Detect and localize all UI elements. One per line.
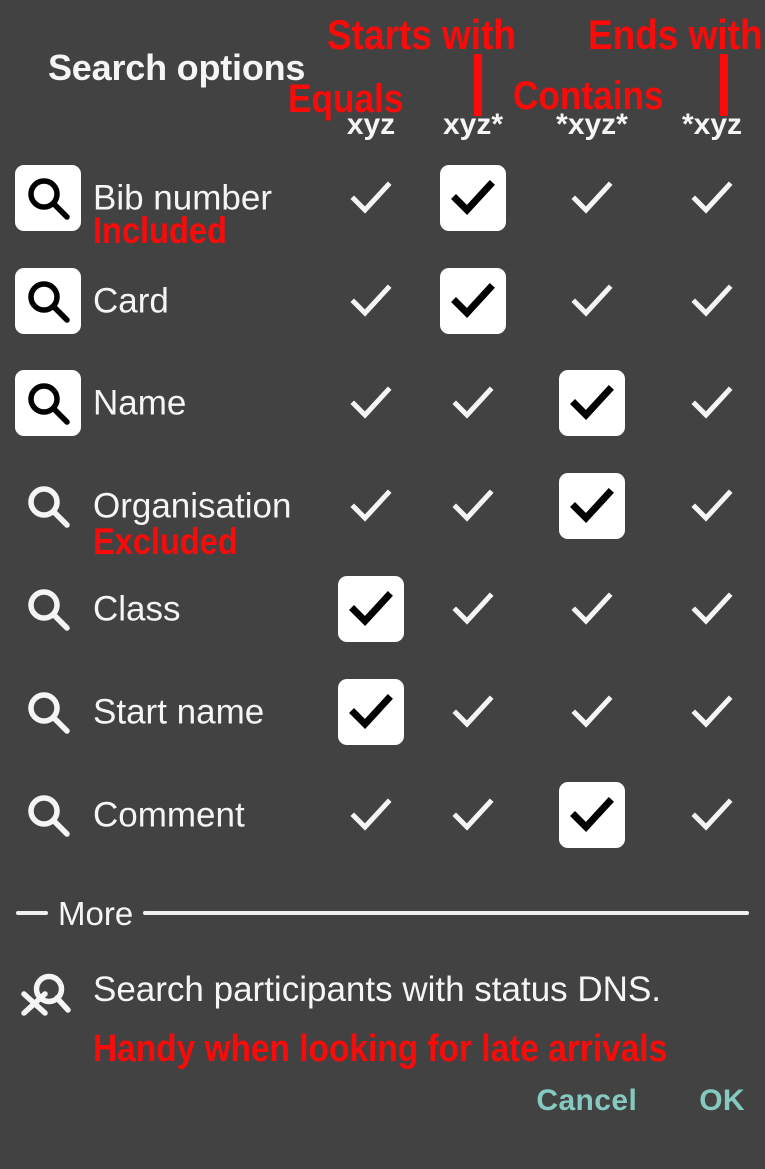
- checkbox-contains[interactable]: [559, 576, 625, 642]
- annotation-included: Included: [93, 210, 227, 251]
- checkbox-starts-with[interactable]: [440, 576, 506, 642]
- search-icon[interactable]: [15, 473, 81, 539]
- search-off-icon: [12, 964, 78, 1030]
- checkbox-starts-with[interactable]: [440, 782, 506, 848]
- option-row-label: Start name: [93, 692, 265, 732]
- dns-search-label: Search participants with status DNS.: [93, 970, 662, 1009]
- checkbox-ends-with[interactable]: [679, 473, 745, 539]
- divider-dash-left: [16, 911, 48, 915]
- checkbox-contains[interactable]: [559, 473, 625, 539]
- search-icon[interactable]: [15, 679, 81, 745]
- search-icon[interactable]: [15, 576, 81, 642]
- annotation-ends-with: Ends with: [588, 11, 763, 58]
- checkbox-contains[interactable]: [559, 370, 625, 436]
- cancel-button[interactable]: Cancel: [536, 1084, 637, 1118]
- checkbox-equals[interactable]: [338, 370, 404, 436]
- checkbox-equals[interactable]: [338, 782, 404, 848]
- annotation-handy: Handy when looking for late arrivals: [93, 1028, 668, 1070]
- checkbox-ends-with[interactable]: [679, 268, 745, 334]
- checkbox-equals[interactable]: [338, 576, 404, 642]
- option-row-label: Class: [93, 589, 181, 629]
- annotation-starts-with: Starts with: [327, 11, 516, 58]
- checkbox-contains[interactable]: [559, 782, 625, 848]
- more-section-divider[interactable]: More: [0, 893, 765, 933]
- search-icon[interactable]: [15, 268, 81, 334]
- more-label: More: [58, 894, 134, 932]
- checkbox-ends-with[interactable]: [679, 165, 745, 231]
- checkbox-ends-with[interactable]: [679, 370, 745, 436]
- checkbox-contains[interactable]: [559, 679, 625, 745]
- checkbox-ends-with[interactable]: [679, 679, 745, 745]
- checkbox-ends-with[interactable]: [679, 576, 745, 642]
- page-title: Search options: [48, 47, 306, 88]
- option-row: Class: [0, 558, 765, 660]
- option-row-label: Name: [93, 383, 187, 423]
- column-header-ends-with: *xyz: [681, 108, 743, 141]
- checkbox-contains[interactable]: [559, 165, 625, 231]
- search-icon[interactable]: [15, 165, 81, 231]
- dns-search-row[interactable]: Search participants with status DNS.: [0, 960, 765, 1034]
- checkbox-starts-with[interactable]: [440, 679, 506, 745]
- checkbox-starts-with[interactable]: [440, 473, 506, 539]
- divider-rule-right: [143, 911, 749, 915]
- checkbox-starts-with[interactable]: [440, 370, 506, 436]
- checkbox-contains[interactable]: [559, 268, 625, 334]
- annotation-contains: Contains: [513, 74, 664, 118]
- checkbox-equals[interactable]: [338, 165, 404, 231]
- option-row-label: Organisation: [93, 486, 292, 526]
- annotation-excluded: Excluded: [93, 521, 238, 562]
- checkbox-equals[interactable]: [338, 679, 404, 745]
- option-row: Name: [0, 352, 765, 454]
- annotation-equals: Equals: [288, 77, 404, 121]
- dialog-footer: Cancel OK: [536, 1084, 745, 1118]
- checkbox-equals[interactable]: [338, 268, 404, 334]
- ok-button[interactable]: OK: [699, 1084, 745, 1118]
- checkbox-starts-with[interactable]: [440, 165, 506, 231]
- checkbox-ends-with[interactable]: [679, 782, 745, 848]
- option-row: Card: [0, 250, 765, 352]
- option-row: Comment: [0, 764, 765, 866]
- column-header-starts-with: xyz*: [442, 108, 504, 141]
- annotation-pointer-starts-with: [474, 54, 482, 116]
- option-row: Start name: [0, 661, 765, 763]
- option-row-label: Comment: [93, 795, 245, 835]
- annotation-pointer-ends-with: [720, 54, 728, 116]
- option-row-label: Card: [93, 281, 169, 321]
- search-icon[interactable]: [15, 782, 81, 848]
- checkbox-equals[interactable]: [338, 473, 404, 539]
- search-icon[interactable]: [15, 370, 81, 436]
- checkbox-starts-with[interactable]: [440, 268, 506, 334]
